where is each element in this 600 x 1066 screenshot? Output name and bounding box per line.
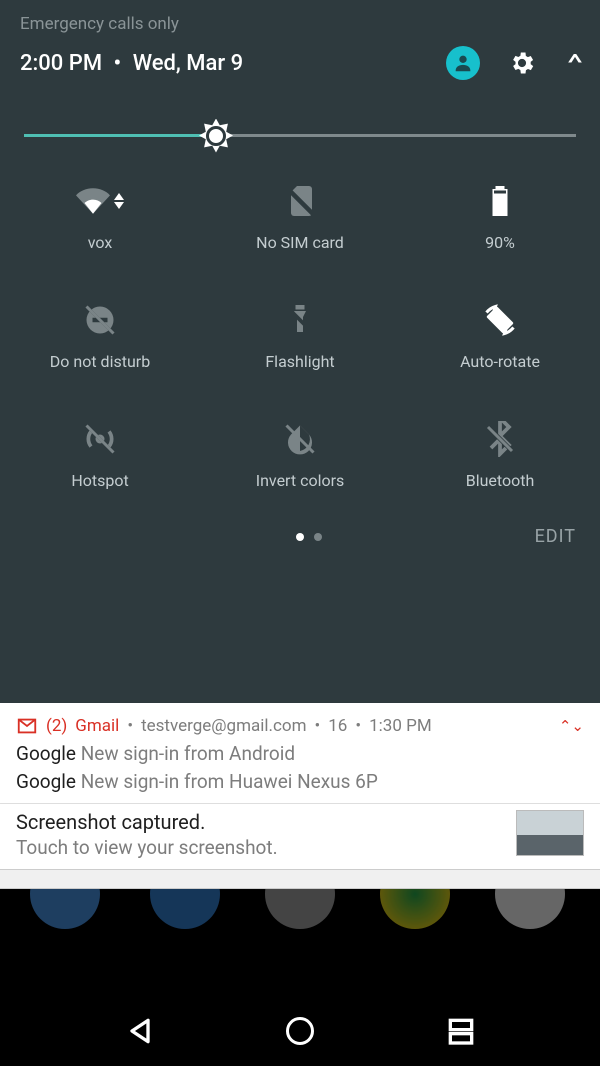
subject: New sign-in from Huawei Nexus 6P: [81, 770, 378, 793]
notification-shelf-handle[interactable]: [0, 869, 600, 889]
tile-hotspot[interactable]: Hotspot: [0, 419, 200, 490]
separator-dot: •: [315, 716, 321, 736]
gmail-icon: [16, 715, 38, 737]
tile-bluetooth[interactable]: Bluetooth: [400, 419, 600, 490]
notification-item: Google New sign-in from Huawei Nexus 6P: [16, 765, 584, 793]
battery-icon: [482, 183, 518, 219]
separator-dot: •: [355, 716, 361, 736]
tile-invert[interactable]: Invert colors: [200, 419, 400, 490]
brightness-slider[interactable]: [0, 100, 600, 171]
home-icon: [286, 1017, 314, 1045]
notification-screenshot[interactable]: Screenshot captured. Touch to view your …: [0, 804, 600, 869]
notification-area: (2) Gmail • testverge@gmail.com • 16 • 1…: [0, 703, 600, 889]
tile-label: Do not disturb: [50, 352, 150, 371]
wifi-activity-icon: [114, 193, 124, 209]
person-icon: [452, 52, 474, 74]
slider-thumb[interactable]: [199, 119, 233, 153]
tile-autorotate[interactable]: Auto-rotate: [400, 300, 600, 371]
back-button[interactable]: [119, 1010, 161, 1052]
expand-toggle-icon[interactable]: ⌃⌄: [559, 717, 584, 735]
brightness-icon: [199, 119, 233, 153]
settings-button[interactable]: [508, 49, 536, 77]
tile-label: Auto-rotate: [460, 352, 540, 371]
home-button[interactable]: [279, 1010, 321, 1052]
tile-label: Invert colors: [256, 471, 345, 490]
notification-header: (2) Gmail • testverge@gmail.com • 16 • 1…: [16, 715, 584, 737]
notification-time: 1:30 PM: [369, 716, 432, 736]
separator-dot: •: [127, 716, 133, 736]
subject: New sign-in from Android: [81, 742, 295, 765]
notification-more-count: 16: [328, 716, 347, 736]
tile-label: No SIM card: [256, 233, 344, 252]
tile-dnd[interactable]: Do not disturb: [0, 300, 200, 371]
page-dot-2: [314, 533, 322, 541]
notification-account: testverge@gmail.com: [141, 716, 306, 736]
tile-label: Flashlight: [265, 352, 334, 371]
status-network-text: Emergency calls only: [0, 0, 600, 42]
recents-icon: [445, 1015, 477, 1047]
screenshot-thumbnail: [516, 810, 584, 856]
tile-flashlight[interactable]: Flashlight: [200, 300, 400, 371]
tile-sim[interactable]: No SIM card: [200, 181, 400, 252]
tile-label: 90%: [485, 233, 515, 252]
sender: Google: [16, 770, 76, 793]
user-avatar[interactable]: [446, 46, 480, 80]
separator-dot: •: [114, 51, 122, 76]
homescreen-background: [0, 889, 600, 944]
navigation-bar: [0, 996, 600, 1066]
autorotate-icon: [482, 302, 518, 338]
notification-gmail[interactable]: (2) Gmail • testverge@gmail.com • 16 • 1…: [0, 703, 600, 804]
page-dot-1: [296, 533, 304, 541]
tile-wifi[interactable]: vox: [0, 181, 200, 252]
quick-settings-panel: Emergency calls only 2:00 PM • Wed, Mar …: [0, 0, 600, 703]
quick-settings-grid: vox No SIM card 90% Do not disturb Flash…: [0, 171, 600, 498]
notification-title: Screenshot captured.: [16, 810, 506, 834]
no-sim-icon: [282, 183, 318, 219]
gear-icon: [508, 49, 536, 77]
flashlight-icon: [282, 302, 318, 338]
clock-date: Wed, Mar 9: [133, 51, 243, 76]
sender: Google: [16, 742, 76, 765]
invert-colors-icon: [282, 421, 318, 457]
tile-label: Bluetooth: [466, 471, 535, 490]
recents-button[interactable]: [440, 1010, 482, 1052]
slider-fill: [24, 134, 223, 137]
slider-track: [24, 134, 576, 137]
qs-footer: EDIT: [0, 498, 600, 565]
clock-time: 2:00 PM: [20, 51, 102, 76]
back-icon: [124, 1015, 156, 1047]
hotspot-off-icon: [82, 421, 118, 457]
notification-subtitle: Touch to view your screenshot.: [16, 834, 506, 859]
notification-item: Google New sign-in from Android: [16, 737, 584, 765]
notification-count: (2): [46, 716, 67, 736]
qs-header: 2:00 PM • Wed, Mar 9 ^: [0, 42, 600, 100]
tile-label: vox: [88, 233, 113, 252]
page-indicator[interactable]: [84, 533, 535, 541]
edit-button[interactable]: EDIT: [535, 526, 576, 547]
chevron-up-icon: ^: [567, 49, 583, 77]
notification-app: Gmail: [75, 716, 119, 736]
tile-battery[interactable]: 90%: [400, 181, 600, 252]
bluetooth-off-icon: [482, 421, 518, 457]
wifi-icon: [76, 184, 110, 218]
datetime[interactable]: 2:00 PM • Wed, Mar 9: [20, 51, 446, 76]
collapse-button[interactable]: ^: [567, 49, 583, 77]
tile-label: Hotspot: [71, 471, 128, 490]
dnd-off-icon: [82, 302, 118, 338]
